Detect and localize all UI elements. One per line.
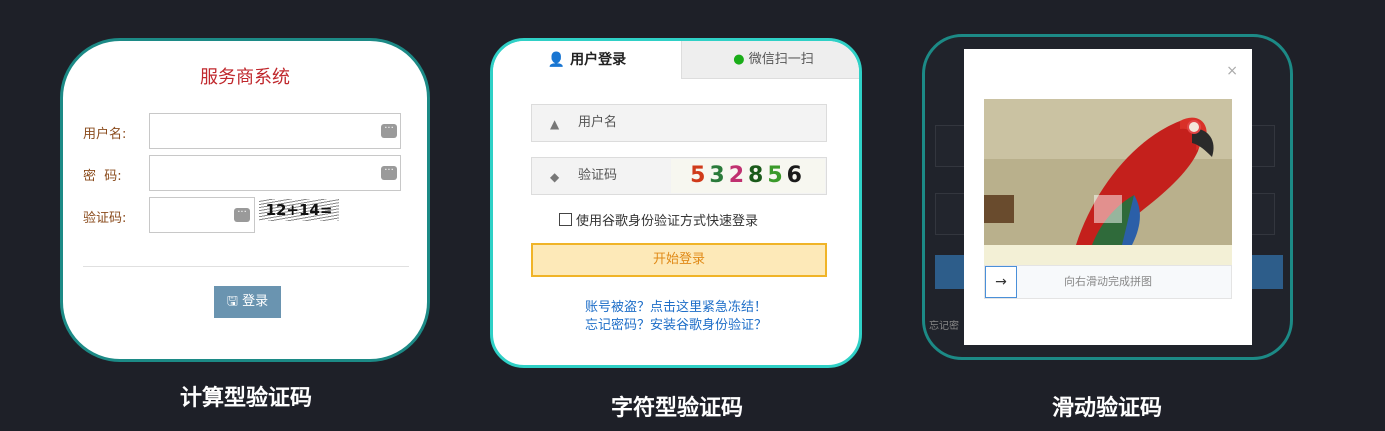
username-input[interactable]: ··· [149, 113, 401, 149]
user-icon: 👤 [547, 52, 566, 68]
password-input[interactable]: ··· [149, 155, 401, 191]
wechat-icon: ● [733, 52, 745, 67]
tab-user-login[interactable]: 👤 用户登录 [493, 41, 681, 79]
captcha-input[interactable]: ··· [149, 197, 255, 233]
freeze-account-link[interactable]: 账号被盗？点击这里紧急冻结！ [493, 296, 859, 315]
more-icon: ··· [381, 166, 397, 180]
login-button-label: 登录 [242, 294, 269, 309]
tab-wechat-scan[interactable]: ● 微信扫一扫 [681, 41, 859, 79]
username-input[interactable]: ▲ 用户名 [531, 104, 827, 142]
char-caption: 字符型验证码 [610, 396, 743, 421]
parrot-image [984, 99, 1232, 245]
username-label: 用户名: [83, 127, 127, 142]
puzzle-image [984, 99, 1232, 245]
slide-caption: 滑动验证码 [1051, 396, 1162, 421]
calc-captcha-card: 服务商系统 用户名: ··· 密 码: ··· 验证码: ··· 12+14= … [60, 38, 430, 362]
calc-caption: 计算型验证码 [179, 386, 312, 411]
username-placeholder: 用户名 [578, 115, 618, 130]
system-title: 服务商系统 [200, 67, 290, 88]
slider-hint: 向右滑动完成拼图 [1064, 275, 1152, 288]
shield-icon: ◆ [550, 170, 560, 184]
slide-captcha-card: 忘记密 × → 向右滑动完成拼图 [922, 34, 1293, 360]
user-icon: ▲ [550, 117, 560, 131]
slider-handle[interactable]: → [985, 266, 1017, 298]
captcha-image[interactable]: 532856 [671, 159, 825, 193]
more-icon: ··· [234, 208, 250, 222]
captcha-placeholder: 验证码 [578, 168, 618, 183]
slider-track[interactable]: → 向右滑动完成拼图 [984, 265, 1232, 299]
login-button[interactable]: 🖫 登录 [214, 286, 281, 318]
save-icon: 🖫 [226, 294, 238, 309]
bg-forgot-text: 忘记密 [929, 321, 959, 332]
tab-wechat-label: 微信扫一扫 [748, 52, 814, 67]
google-auth-label: 使用谷歌身份验证方式快速登录 [576, 214, 759, 229]
more-icon: ··· [381, 124, 397, 138]
start-login-button[interactable]: 开始登录 [531, 243, 827, 277]
captcha-image[interactable]: 12+14= [259, 199, 339, 221]
slider-dialog: × → 向右滑动完成拼图 [964, 49, 1252, 345]
install-google-auth-link[interactable]: 忘记密码？安装谷歌身份验证？ [493, 314, 859, 333]
checkbox-icon [559, 213, 572, 226]
char-captcha-card: 👤 用户登录 ● 微信扫一扫 ▲ 用户名 ◆ 验证码 532856 使用谷歌身份… [490, 38, 862, 368]
puzzle-strip [984, 245, 1232, 265]
google-auth-checkbox[interactable]: 使用谷歌身份验证方式快速登录 [559, 210, 758, 229]
close-icon[interactable]: × [1226, 63, 1238, 79]
password-label: 密 码: [83, 169, 122, 184]
tab-user-login-label: 用户登录 [570, 52, 627, 68]
divider [83, 266, 409, 267]
captcha-label: 验证码: [83, 211, 127, 226]
